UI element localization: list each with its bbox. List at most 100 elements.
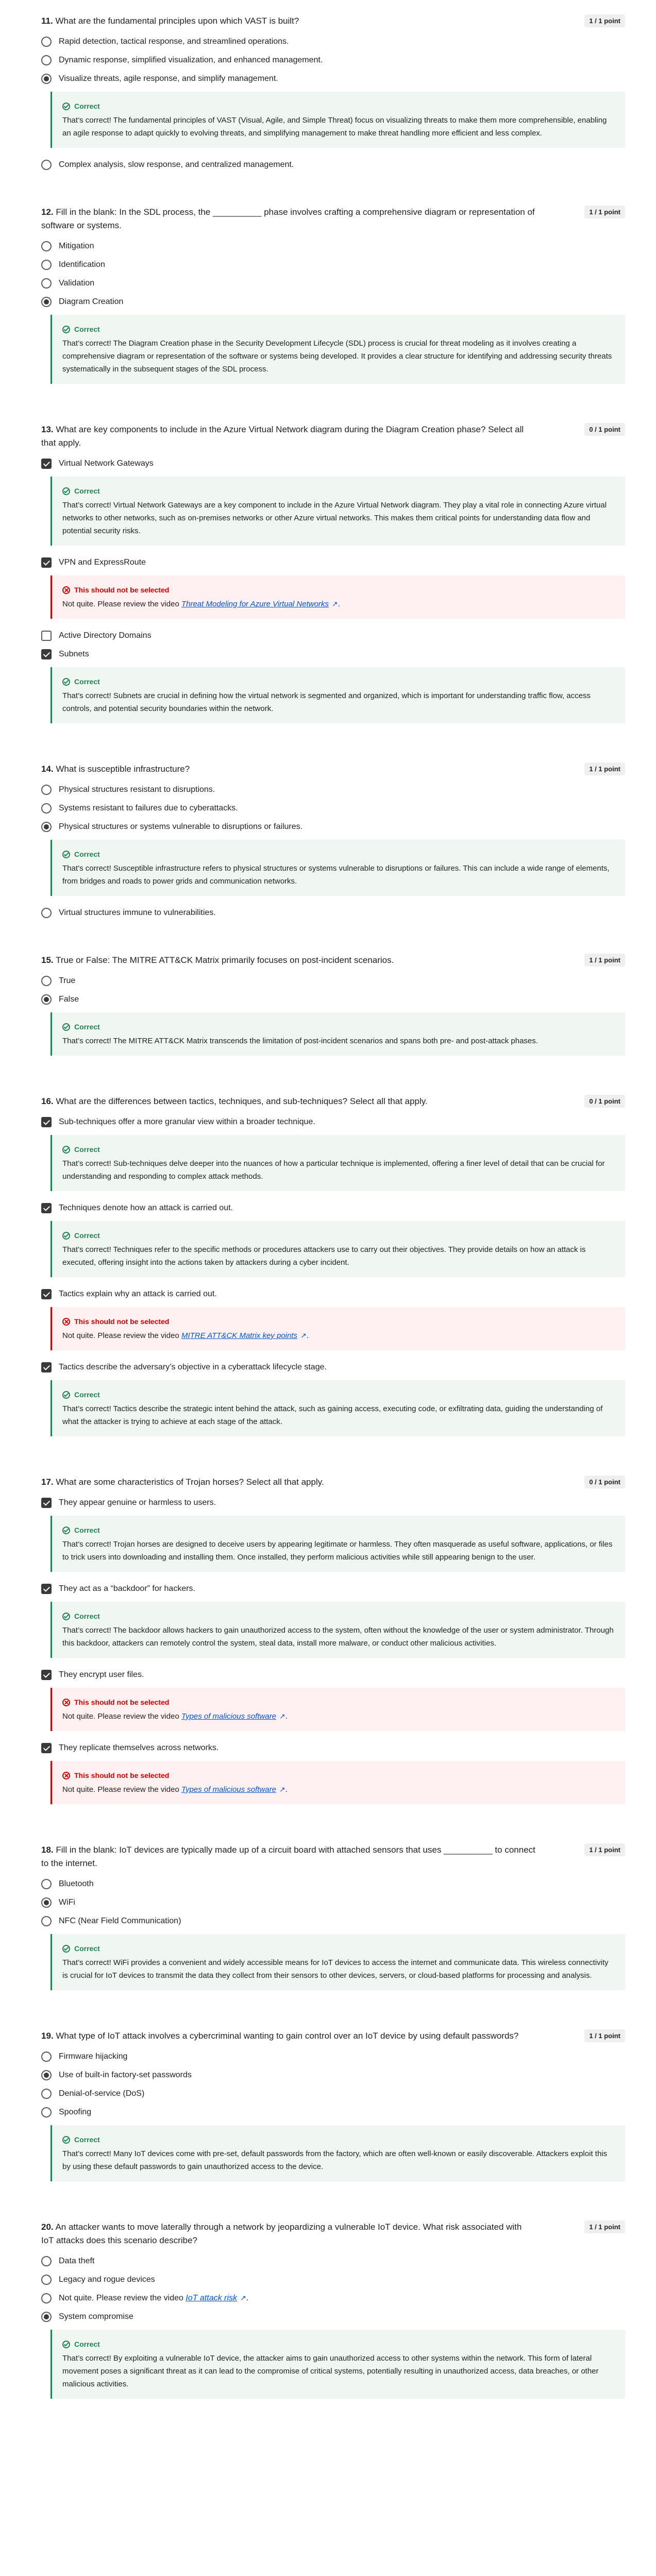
radio-option[interactable]: Use of built-in factory-set passwords	[41, 2069, 625, 2082]
radio-option[interactable]: Not quite. Please review the video IoT a…	[41, 2292, 625, 2305]
question-number: 12.	[41, 207, 54, 217]
option-label: Denial-of-service (DoS)	[59, 2089, 144, 2098]
radio-button[interactable]	[41, 55, 52, 65]
radio-button[interactable]	[41, 37, 52, 47]
radio-button[interactable]	[41, 74, 52, 84]
radio-button[interactable]	[41, 994, 52, 1005]
radio-option[interactable]: NFC (Near Field Communication)	[41, 1914, 625, 1928]
radio-button[interactable]	[41, 260, 52, 270]
checkbox-option[interactable]: Techniques denote how an attack is carri…	[41, 1201, 625, 1215]
radio-button[interactable]	[41, 241, 52, 251]
checkbox-option[interactable]: Tactics describe the adversary’s objecti…	[41, 1361, 625, 1374]
radio-button[interactable]	[41, 908, 52, 918]
option-label-text: Virtual structures immune to vulnerabili…	[59, 908, 216, 917]
radio-button[interactable]	[41, 2107, 52, 2117]
radio-option[interactable]: Dynamic response, simplified visualizati…	[41, 54, 625, 67]
option-label: Identification	[59, 260, 105, 269]
checkbox[interactable]	[41, 1117, 52, 1127]
radio-button[interactable]	[41, 2070, 52, 2080]
radio-option[interactable]: Data theft	[41, 2255, 625, 2268]
radio-option[interactable]: Spoofing	[41, 2106, 625, 2119]
checkbox-option[interactable]: They replicate themselves across network…	[41, 1741, 625, 1755]
checkbox[interactable]	[41, 649, 52, 659]
radio-button[interactable]	[41, 2293, 52, 2303]
video-link[interactable]: Threat Modeling for Azure Virtual Networ…	[181, 600, 329, 608]
question-text-block: 12. Fill in the blank: In the SDL proces…	[41, 206, 536, 232]
checkbox-option[interactable]: They appear genuine or harmless to users…	[41, 1496, 625, 1510]
option-label: System compromise	[59, 2312, 133, 2321]
radio-option[interactable]: True	[41, 974, 625, 988]
checkbox[interactable]	[41, 1362, 52, 1372]
checkbox[interactable]	[41, 1584, 52, 1594]
checkbox-option[interactable]: VPN and ExpressRoute	[41, 556, 625, 569]
feedback-text: That’s correct! The MITRE ATT&CK Matrix …	[62, 1035, 615, 1047]
checkbox[interactable]	[41, 1498, 52, 1508]
video-link[interactable]: MITRE ATT&CK Matrix key points	[181, 1331, 297, 1340]
radio-option[interactable]: WiFi	[41, 1896, 625, 1909]
radio-option[interactable]: Mitigation	[41, 240, 625, 253]
radio-option[interactable]: Diagram Creation	[41, 295, 625, 309]
option-label: Dynamic response, simplified visualizati…	[59, 56, 323, 65]
checkbox-option[interactable]: Tactics explain why an attack is carried…	[41, 1287, 625, 1301]
checkbox-option[interactable]: They encrypt user files.	[41, 1668, 625, 1682]
feedback-text: That’s correct! Trojan horses are design…	[62, 1538, 615, 1564]
feedback-status: Correct	[62, 848, 615, 861]
checkbox[interactable]	[41, 1743, 52, 1753]
question-text-block: 17. What are some characteristics of Tro…	[41, 1476, 536, 1489]
radio-option[interactable]: Identification	[41, 258, 625, 272]
radio-option[interactable]: Systems resistant to failures due to cyb…	[41, 802, 625, 815]
radio-button[interactable]	[41, 1879, 52, 1889]
checkbox[interactable]	[41, 1289, 52, 1299]
radio-option[interactable]: False	[41, 993, 625, 1006]
feedback-text-body: That’s correct! By exploiting a vulnerab…	[62, 2354, 599, 2388]
radio-option[interactable]: Bluetooth	[41, 1877, 625, 1891]
radio-option[interactable]: Validation	[41, 277, 625, 290]
radio-button[interactable]	[41, 785, 52, 795]
video-link[interactable]: IoT attack risk	[186, 2294, 237, 2302]
checkbox-option[interactable]: Active Directory Domains	[41, 629, 625, 642]
radio-button[interactable]	[41, 1897, 52, 1908]
radio-option[interactable]: Visualize threats, agile response, and s…	[41, 72, 625, 86]
checkbox[interactable]	[41, 631, 52, 641]
checkbox-option[interactable]: Virtual Network Gateways	[41, 457, 625, 470]
feedback-status: Correct	[62, 1143, 615, 1156]
points-badge: 1 / 1 point	[584, 762, 625, 775]
option-label: True	[59, 976, 75, 986]
radio-button[interactable]	[41, 278, 52, 289]
radio-button[interactable]	[41, 803, 52, 814]
checkbox[interactable]	[41, 459, 52, 469]
question-number: 17.	[41, 1477, 54, 1487]
radio-button[interactable]	[41, 822, 52, 832]
radio-option[interactable]: Physical structures or systems vulnerabl…	[41, 820, 625, 834]
checkbox-option[interactable]: Subnets	[41, 648, 625, 661]
radio-option[interactable]: Complex analysis, slow response, and cen…	[41, 158, 625, 172]
radio-button[interactable]	[41, 2089, 52, 2099]
radio-button[interactable]	[41, 160, 52, 170]
radio-button[interactable]	[41, 297, 52, 307]
radio-button[interactable]	[41, 2052, 52, 2062]
checkbox[interactable]	[41, 557, 52, 568]
video-link[interactable]: Types of malicious software	[181, 1785, 276, 1794]
radio-button[interactable]	[41, 2275, 52, 2285]
radio-option[interactable]: Virtual structures immune to vulnerabili…	[41, 906, 625, 920]
radio-option[interactable]: Physical structures resistant to disrupt…	[41, 783, 625, 796]
video-link[interactable]: Types of malicious software	[181, 1712, 276, 1721]
feedback-correct: Correct That’s correct! Susceptible infra…	[51, 840, 625, 896]
options-list: True False Correct That’s correct! The MITR…	[41, 974, 625, 1056]
checkbox-option[interactable]: They act as a “backdoor” for hackers.	[41, 1582, 625, 1596]
option-label: Tactics describe the adversary’s objecti…	[59, 1363, 327, 1372]
radio-option[interactable]: Denial-of-service (DoS)	[41, 2087, 625, 2100]
checkbox-option[interactable]: Sub-techniques offer a more granular vie…	[41, 1115, 625, 1129]
radio-button[interactable]	[41, 976, 52, 986]
feedback-text-body: Not quite. Please review the video	[62, 1785, 181, 1794]
checkbox[interactable]	[41, 1670, 52, 1680]
radio-button[interactable]	[41, 2312, 52, 2322]
checkbox[interactable]	[41, 1203, 52, 1213]
radio-option[interactable]: Rapid detection, tactical response, and …	[41, 35, 625, 48]
radio-option[interactable]: Legacy and rogue devices	[41, 2273, 625, 2286]
radio-button[interactable]	[41, 2256, 52, 2266]
feedback-text: Not quite. Please review the video Types…	[62, 1783, 615, 1796]
radio-option[interactable]: System compromise	[41, 2310, 625, 2324]
radio-option[interactable]: Firmware hijacking	[41, 2050, 625, 2063]
radio-button[interactable]	[41, 1916, 52, 1926]
